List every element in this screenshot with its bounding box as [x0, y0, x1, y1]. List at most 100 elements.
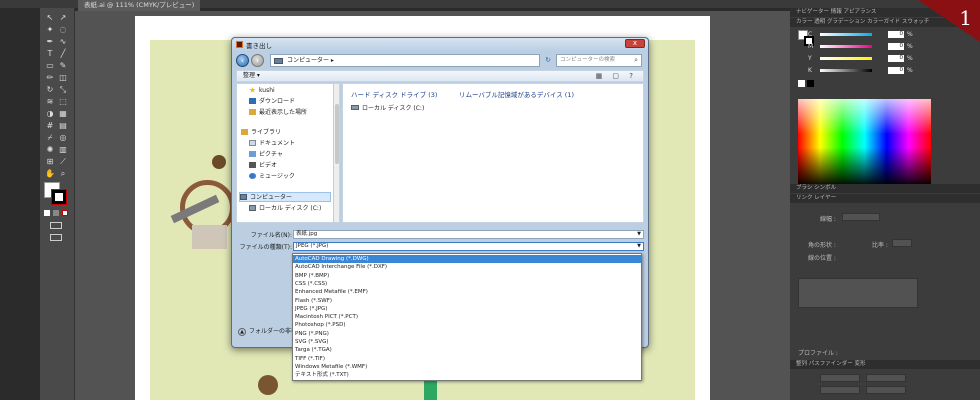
eyedropper-tool-icon[interactable]: ⌿ [45, 134, 55, 142]
ratio-field[interactable] [892, 239, 912, 247]
graph-tool-icon[interactable]: ▥ [58, 146, 68, 154]
slider-m-bar[interactable] [820, 45, 872, 48]
filetype-option[interactable]: Flash (*.SWF) [293, 297, 641, 305]
filetype-option[interactable]: AutoCAD Interchange File (*.DXF) [293, 263, 641, 271]
nav-item-videos[interactable]: ビデオ [249, 161, 277, 171]
zoom-tool-icon[interactable]: ⌕ [58, 170, 68, 178]
filetype-select[interactable]: JPEG (*.JPG) ▼ [293, 242, 644, 251]
slider-c-value[interactable]: 0 [888, 31, 904, 38]
none-mode-icon[interactable] [62, 210, 68, 216]
filetype-option[interactable]: AutoCAD Drawing (*.DWG) [293, 255, 641, 264]
magic-wand-tool-icon[interactable]: ✦ [45, 26, 55, 34]
color-spectrum[interactable] [798, 99, 931, 187]
color-mode-icon[interactable] [44, 210, 50, 216]
filetype-option[interactable]: CSS (*.CSS) [293, 280, 641, 288]
brush-panel-tabs[interactable]: ブラシ シンボル [790, 184, 980, 193]
document-tab[interactable]: 表紙.ai @ 111% (CMYK/プレビュー) [78, 0, 201, 11]
nav-item-downloads[interactable]: ダウンロード [249, 97, 295, 107]
filetype-option[interactable]: Windows Metafile (*.WMF) [293, 363, 641, 371]
artboard-tool-icon[interactable]: ⊞ [45, 158, 55, 166]
nav-item-recent[interactable]: 最近表示した場所 [249, 108, 307, 118]
nav-item-local-disk[interactable]: ローカル ディスク (C:) [249, 204, 321, 214]
direct-selection-tool-icon[interactable]: ↗ [58, 14, 68, 22]
stroke-swatch[interactable] [51, 189, 67, 205]
nav-item-music[interactable]: ミュージック [249, 172, 295, 182]
line-tool-icon[interactable]: ╱ [58, 50, 68, 58]
slider-k[interactable]: K 0 % [800, 66, 970, 75]
transform-x-field[interactable] [820, 374, 860, 382]
mesh-tool-icon[interactable]: # [45, 122, 55, 130]
nav-item-computer[interactable]: コンピューター [239, 192, 331, 202]
slider-m[interactable]: M 0 % [800, 42, 970, 51]
transform-w-field[interactable] [866, 374, 906, 382]
nav-item-kushi[interactable]: kushi [249, 86, 275, 96]
nav-item-libraries[interactable]: ライブラリ [241, 128, 281, 138]
shape-builder-tool-icon[interactable]: ◑ [45, 110, 55, 118]
white-swatch[interactable] [798, 80, 805, 87]
filetype-option[interactable]: テキスト形式 (*.TXT) [293, 371, 641, 379]
transform-panel-tabs[interactable]: 整列 パスファインダー 変形 [790, 360, 980, 369]
filetype-option[interactable]: Macintosh PICT (*.PCT) [293, 313, 641, 321]
width-tool-icon[interactable]: ≋ [45, 98, 55, 106]
free-transform-tool-icon[interactable]: ⬚ [58, 98, 68, 106]
rotate-tool-icon[interactable]: ↻ [45, 86, 55, 94]
filetype-option[interactable]: Photoshop (*.PSD) [293, 321, 641, 329]
layer-panel-tabs[interactable]: リンク レイヤー [790, 194, 980, 203]
transform-h-field[interactable] [866, 386, 906, 394]
paintbrush-tool-icon[interactable]: ✎ [58, 62, 68, 70]
filetype-option[interactable]: TIFF (*.TIF) [293, 355, 641, 363]
search-input[interactable]: コンピューターの検索 ⌕ [556, 54, 642, 67]
screen-mode-icon[interactable] [50, 234, 62, 241]
filetype-option[interactable]: SVG (*.SVG) [293, 338, 641, 346]
filetype-option[interactable]: PNG (*.PNG) [293, 330, 641, 338]
slice-tool-icon[interactable]: ⟋ [58, 158, 68, 166]
slider-c-bar[interactable] [820, 33, 872, 36]
group-removable[interactable]: リムーバブル記憶域があるデバイス (1) [459, 89, 574, 99]
filetype-option[interactable]: BMP (*.BMP) [293, 272, 641, 280]
draw-mode-icon[interactable] [50, 222, 62, 229]
transform-y-field[interactable] [820, 386, 860, 394]
nav-item-documents[interactable]: ドキュメント [249, 139, 295, 149]
scale-tool-icon[interactable]: ⤡ [58, 86, 68, 94]
black-swatch[interactable] [807, 80, 814, 87]
organize-button[interactable]: 整理 ▾ [243, 72, 260, 79]
gradient-mode-icon[interactable] [53, 210, 59, 216]
nav-scrollbar[interactable] [333, 84, 339, 222]
type-tool-icon[interactable]: T [45, 50, 55, 58]
gradient-tool-icon[interactable]: ▤ [58, 122, 68, 130]
pencil-tool-icon[interactable]: ✏ [45, 74, 55, 82]
selection-tool-icon[interactable]: ↖ [45, 14, 55, 22]
dash-settings[interactable] [798, 278, 918, 308]
lasso-tool-icon[interactable]: ◌ [58, 26, 68, 34]
filetype-option[interactable]: JPEG (*.JPG) [293, 305, 641, 313]
blend-tool-icon[interactable]: ◎ [58, 134, 68, 142]
address-bar[interactable]: コンピューター ▸ [270, 54, 540, 67]
back-button[interactable]: ‹ [236, 54, 249, 67]
slider-k-value[interactable]: 0 [888, 67, 904, 74]
pen-tool-icon[interactable]: ✒ [45, 38, 55, 46]
chevron-down-icon[interactable]: ▼ [637, 243, 641, 250]
chevron-down-icon[interactable]: ▼ [637, 231, 641, 238]
drive-item-c[interactable]: ローカル ディスク (C:) [351, 103, 424, 112]
rectangle-tool-icon[interactable]: ▭ [45, 62, 55, 70]
perspective-tool-icon[interactable]: ▦ [58, 110, 68, 118]
nav-scroll-thumb[interactable] [335, 104, 339, 164]
forward-button[interactable]: › [251, 54, 264, 67]
refresh-icon[interactable]: ↻ [542, 54, 554, 67]
slider-y[interactable]: Y 0 % [800, 54, 970, 63]
slider-m-value[interactable]: 0 [888, 43, 904, 50]
stroke-weight-field[interactable] [842, 213, 880, 221]
eraser-tool-icon[interactable]: ◫ [58, 74, 68, 82]
filetype-option[interactable]: Targa (*.TGA) [293, 346, 641, 354]
nav-item-pictures[interactable]: ピクチャ [249, 150, 283, 160]
view-icons[interactable]: ▦ ▢ ? [596, 71, 637, 81]
filename-input[interactable]: 表紙.jpg ▼ [293, 230, 644, 239]
hand-tool-icon[interactable]: ✋ [45, 170, 55, 178]
filetype-option[interactable]: Enhanced Metafile (*.EMF) [293, 288, 641, 296]
slider-k-bar[interactable] [820, 69, 872, 72]
close-button[interactable]: x [625, 39, 645, 48]
curvature-tool-icon[interactable]: ∿ [58, 38, 68, 46]
dialog-titlebar[interactable]: 書き出し x [232, 38, 648, 52]
slider-y-value[interactable]: 0 [888, 55, 904, 62]
symbol-sprayer-tool-icon[interactable]: ✺ [45, 146, 55, 154]
